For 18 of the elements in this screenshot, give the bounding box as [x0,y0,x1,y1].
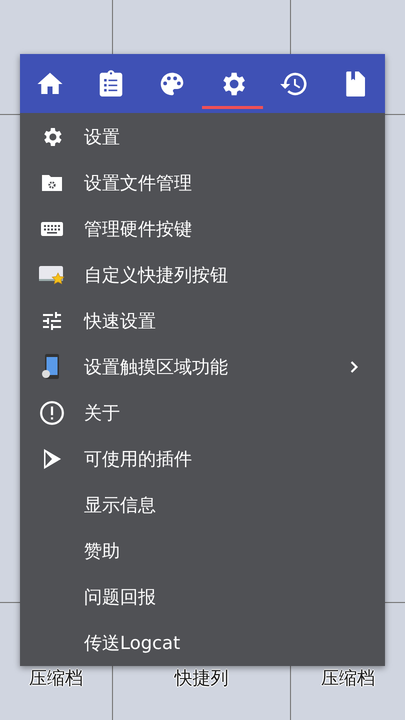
menu-item[interactable]: 设置 [20,114,385,160]
menu-item[interactable]: 问题回报 [20,574,385,620]
menu-item[interactable]: 快速设置 [20,298,385,344]
menu-item[interactable]: 关于 [20,390,385,436]
menu-item[interactable]: 自定义快捷列按钮 [20,252,385,298]
menu-item[interactable]: 赞助 [20,528,385,574]
menu-item[interactable]: 管理硬件按键 [20,206,385,252]
menu-item[interactable]: 设置文件管理 [20,160,385,206]
touch-area-label: 压缩档 [29,668,83,690]
menu-item[interactable]: 设置触摸区域功能 [20,344,385,390]
card-star-icon [38,263,66,287]
sliders-icon [40,309,64,333]
touch-area-label: 快捷列 [174,668,228,690]
menu-item[interactable]: 显示信息 [20,482,385,528]
touch-area-label: 压缩档 [321,668,375,690]
menu-item[interactable]: 传送Logcat [20,620,385,666]
alert-circle-icon [39,400,65,426]
menu-item[interactable]: 可使用的插件 [20,436,385,482]
